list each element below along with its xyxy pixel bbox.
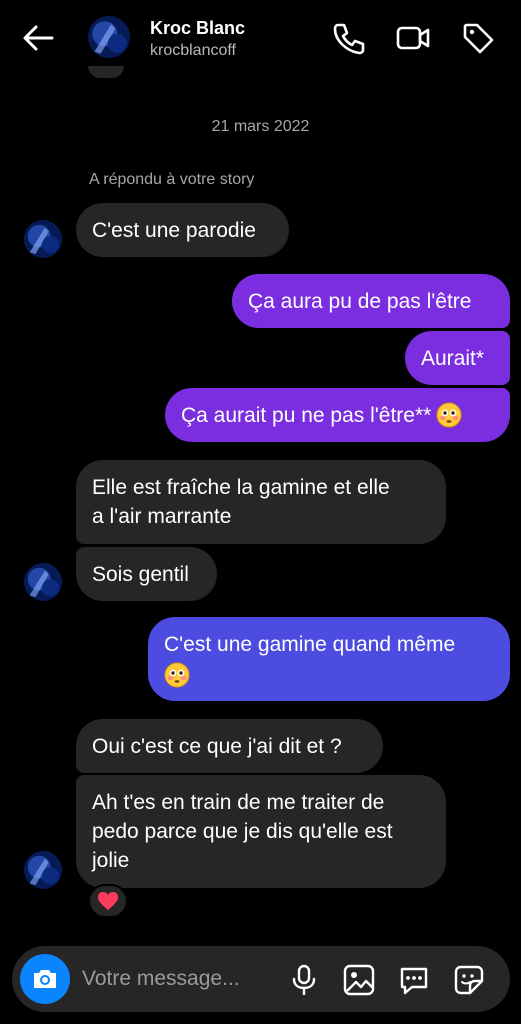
message-text: Oui c'est ce que j'ai dit et ?	[92, 734, 342, 758]
message-input[interactable]	[82, 966, 272, 992]
message-text: C'est une parodie	[92, 218, 256, 242]
message-composer	[12, 946, 510, 1012]
camera-button[interactable]	[20, 954, 70, 1004]
message-text: Ça aurait pu ne pas l'être**	[181, 403, 432, 427]
message-bubble-outgoing[interactable]: C'est une gamine quand même	[148, 617, 510, 701]
heart-icon	[98, 892, 118, 910]
chat-bubble-icon[interactable]	[397, 963, 431, 997]
message-bubble-incoming[interactable]: Oui c'est ce que j'ai dit et ?	[76, 719, 383, 773]
message-bubble-outgoing[interactable]: Ça aura pu de pas l'être	[232, 274, 510, 328]
message-text: C'est une gamine quand même	[164, 633, 456, 656]
message-bubble-outgoing[interactable]: Ça aurait pu ne pas l'être**	[165, 388, 510, 442]
heart-reaction[interactable]	[88, 884, 128, 918]
message-text: Ça aura pu de pas l'être	[248, 289, 472, 313]
image-icon[interactable]	[342, 963, 376, 997]
message-bubble-incoming[interactable]: Elle est fraîche la gamine et elle a l'a…	[76, 460, 446, 544]
message-line: jolie	[92, 849, 130, 872]
story-reply-label: A répondu à votre story	[89, 171, 255, 188]
date-separator: 21 mars 2022	[211, 118, 310, 135]
contact-avatar[interactable]	[88, 16, 130, 58]
contact-name[interactable]: Kroc Blanc	[150, 18, 245, 39]
tag-icon[interactable]	[460, 20, 496, 56]
flushed-face-emoji	[436, 402, 462, 428]
message-bubble-incoming[interactable]: Ah t'es en train de me traiter de pedo p…	[76, 775, 446, 888]
sticker-icon[interactable]	[452, 963, 486, 997]
message-line: pedo parce que je dis qu'elle est	[92, 820, 393, 843]
message-line: Ah t'es en train de me traiter de	[92, 791, 385, 814]
message-bubble-incoming[interactable]: C'est une parodie	[76, 203, 289, 257]
flushed-face-emoji	[164, 662, 190, 688]
message-bubble-outgoing[interactable]: Aurait*	[405, 331, 510, 385]
message-text: Sois gentil	[92, 562, 189, 586]
message-text: Aurait*	[421, 346, 485, 370]
contact-handle[interactable]: krocblancoff	[150, 42, 236, 60]
chat-header: Kroc Blanc krocblancoff	[0, 0, 521, 80]
back-arrow-icon[interactable]	[20, 22, 56, 54]
sender-avatar[interactable]	[24, 220, 62, 258]
message-bubble-incoming[interactable]: Sois gentil	[76, 547, 217, 601]
phone-icon[interactable]	[330, 20, 366, 56]
microphone-icon[interactable]	[287, 963, 321, 997]
sender-avatar[interactable]	[24, 851, 62, 889]
sender-avatar[interactable]	[24, 563, 62, 601]
video-call-icon[interactable]	[395, 20, 431, 56]
camera-icon	[34, 970, 56, 988]
message-line: a l'air marrante	[92, 505, 232, 528]
message-line: Elle est fraîche la gamine et elle	[92, 476, 390, 499]
